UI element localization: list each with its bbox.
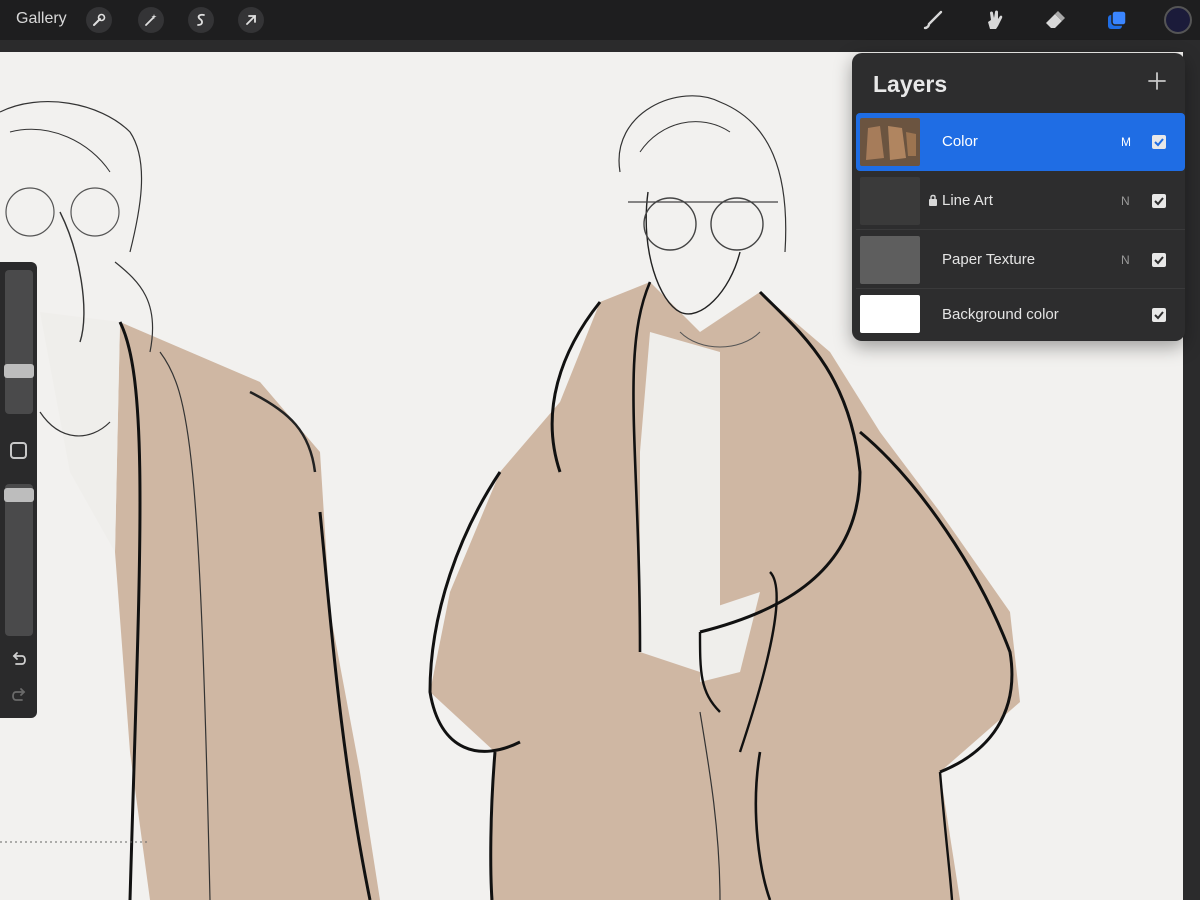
undo-icon[interactable] <box>8 648 30 670</box>
layer-thumbnail <box>860 236 920 284</box>
layer-thumbnail <box>860 177 920 225</box>
gallery-button[interactable]: Gallery <box>16 10 67 28</box>
selection-s-icon <box>197 13 205 26</box>
brush-size-slider[interactable] <box>5 270 33 414</box>
arrow-cursor-icon <box>246 15 256 25</box>
lock-icon <box>929 194 937 206</box>
selection-button[interactable] <box>188 7 214 33</box>
redo-icon[interactable] <box>8 684 30 706</box>
magic-wand-icon <box>145 14 157 26</box>
actions-button[interactable] <box>86 7 112 33</box>
transform-button[interactable] <box>238 7 264 33</box>
checkmark-icon <box>1154 311 1164 320</box>
eraser-tool-button[interactable] <box>1040 5 1070 35</box>
eraser-icon <box>1046 11 1065 28</box>
checkmark-icon <box>1154 256 1164 265</box>
brush-size-slider-thumb[interactable] <box>4 363 34 378</box>
layer-visibility-checkbox[interactable] <box>1152 253 1166 267</box>
wrench-icon <box>93 13 106 26</box>
layers-icon <box>1108 10 1127 29</box>
layer-thumbnail <box>860 118 920 166</box>
layer-visibility-checkbox[interactable] <box>1152 308 1166 322</box>
top-toolbar: Gallery <box>0 0 1200 40</box>
layer-visibility-checkbox[interactable] <box>1152 135 1166 149</box>
checkmark-icon <box>1154 197 1164 206</box>
modify-button[interactable] <box>10 442 27 459</box>
opacity-slider[interactable] <box>5 484 33 636</box>
adjustments-button[interactable] <box>138 7 164 33</box>
layer-row-color[interactable]: Color M <box>856 113 1185 171</box>
blend-mode-button[interactable]: N <box>1121 253 1130 267</box>
opacity-slider-thumb[interactable] <box>4 488 34 502</box>
layer-name: Background color <box>942 306 1059 323</box>
checkmark-icon <box>1154 138 1164 147</box>
blend-mode-button[interactable]: N <box>1121 194 1130 208</box>
brush-tool-button[interactable] <box>918 5 948 35</box>
layer-name: Paper Texture <box>942 251 1036 268</box>
layers-tool-button[interactable] <box>1102 5 1132 35</box>
layer-visibility-checkbox[interactable] <box>1152 194 1166 208</box>
smudge-tool-button[interactable] <box>979 5 1009 35</box>
layer-thumbnail <box>860 295 920 333</box>
smudge-icon <box>988 10 1003 29</box>
layer-row-paper-texture[interactable]: Paper Texture N <box>856 231 1185 289</box>
layer-row-background-color[interactable]: Background color <box>856 290 1185 341</box>
blend-mode-button[interactable]: M <box>1121 135 1131 149</box>
layers-panel-title: Layers <box>873 71 948 97</box>
color-picker-swatch[interactable] <box>1164 6 1192 34</box>
layer-name: Color <box>942 133 978 150</box>
left-sidebar <box>0 262 37 718</box>
layers-panel: Layers Color M Line Art N Paper Texture … <box>852 53 1185 341</box>
plus-icon[interactable] <box>1145 69 1169 93</box>
layer-name: Line Art <box>942 192 993 209</box>
brush-icon <box>923 10 943 30</box>
layer-row-line-art[interactable]: Line Art N <box>856 172 1185 230</box>
